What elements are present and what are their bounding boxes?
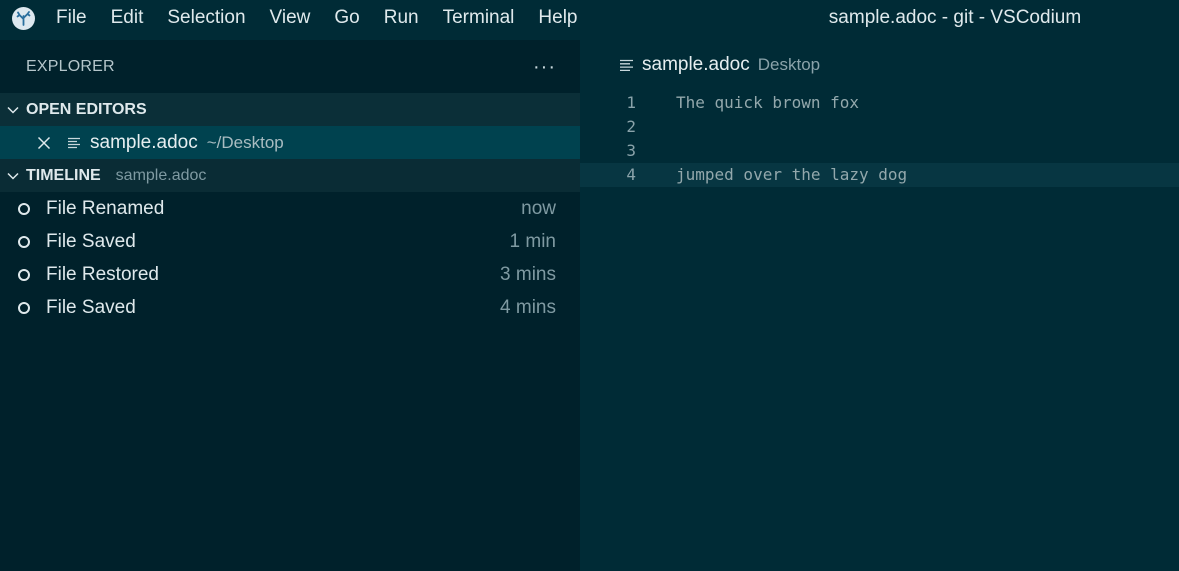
code-line-current[interactable]: 4 jumped over the lazy dog [580, 163, 1179, 187]
menu-run[interactable]: Run [372, 0, 431, 36]
menu-file[interactable]: File [44, 0, 99, 36]
circle-icon [18, 235, 30, 248]
timeline-title: TIMELINE [26, 166, 101, 184]
menu-edit[interactable]: Edit [99, 0, 156, 36]
timeline-item-time: 4 mins [500, 296, 556, 318]
explorer-sidebar: EXPLORER ··· OPEN EDITORS sample.adoc ~/… [0, 40, 580, 571]
chevron-down-icon [0, 169, 26, 183]
menu-bar: File Edit Selection View Go Run Terminal… [44, 0, 590, 36]
timeline-item-time: 1 min [509, 230, 556, 252]
editor-pane: sample.adoc Desktop 1 The quick brown fo… [580, 40, 1179, 571]
timeline-item-label: File Saved [46, 296, 136, 318]
circle-icon [18, 202, 30, 215]
menu-terminal[interactable]: Terminal [431, 0, 527, 36]
breadcrumb: sample.adoc Desktop [580, 40, 1179, 90]
timeline-item[interactable]: File Saved 1 min [0, 225, 580, 258]
code-line[interactable]: 1 The quick brown fox [580, 91, 1179, 115]
timeline-item-time: 3 mins [500, 263, 556, 285]
open-editors-title: OPEN EDITORS [26, 100, 147, 118]
menu-selection[interactable]: Selection [155, 0, 257, 36]
line-number: 2 [626, 117, 636, 136]
line-number: 4 [626, 165, 636, 184]
timeline-item-label: File Renamed [46, 197, 165, 219]
more-actions-icon[interactable]: ··· [533, 57, 556, 77]
menu-view[interactable]: View [258, 0, 323, 36]
title-bar: File Edit Selection View Go Run Terminal… [0, 0, 1179, 40]
timeline-item-label: File Saved [46, 230, 136, 252]
breadcrumb-file[interactable]: sample.adoc [642, 54, 750, 76]
timeline-item-label: File Restored [46, 263, 159, 285]
line-number: 3 [626, 141, 636, 160]
explorer-header: EXPLORER ··· [0, 40, 580, 93]
chevron-down-icon [0, 103, 26, 117]
timeline-item[interactable]: File Saved 4 mins [0, 291, 580, 324]
vscodium-logo-icon[interactable] [12, 7, 35, 30]
open-editor-filename: sample.adoc [90, 131, 198, 153]
open-editor-item[interactable]: sample.adoc ~/Desktop [0, 126, 580, 159]
line-number: 1 [626, 93, 636, 112]
open-editors-header[interactable]: OPEN EDITORS [0, 93, 580, 126]
timeline-subtitle: sample.adoc [115, 166, 207, 184]
timeline-item[interactable]: File Renamed now [0, 192, 580, 225]
file-lines-icon [68, 137, 80, 149]
menu-help[interactable]: Help [526, 0, 589, 36]
circle-icon [18, 268, 30, 281]
circle-icon [18, 301, 30, 314]
file-lines-icon [620, 58, 634, 72]
breadcrumb-dir: Desktop [757, 55, 821, 74]
timeline-item[interactable]: File Restored 3 mins [0, 258, 580, 291]
line-text: The quick brown fox [676, 93, 860, 112]
line-text: jumped over the lazy dog [676, 165, 908, 184]
close-icon[interactable] [36, 135, 52, 151]
code-line[interactable]: 2 [580, 115, 1179, 139]
explorer-title: EXPLORER [26, 57, 115, 75]
timeline-item-time: now [521, 197, 556, 219]
menu-go[interactable]: Go [322, 0, 371, 36]
timeline-header[interactable]: TIMELINE sample.adoc [0, 159, 580, 192]
open-editor-path: ~/Desktop [206, 132, 284, 152]
code-line[interactable]: 3 [580, 139, 1179, 163]
